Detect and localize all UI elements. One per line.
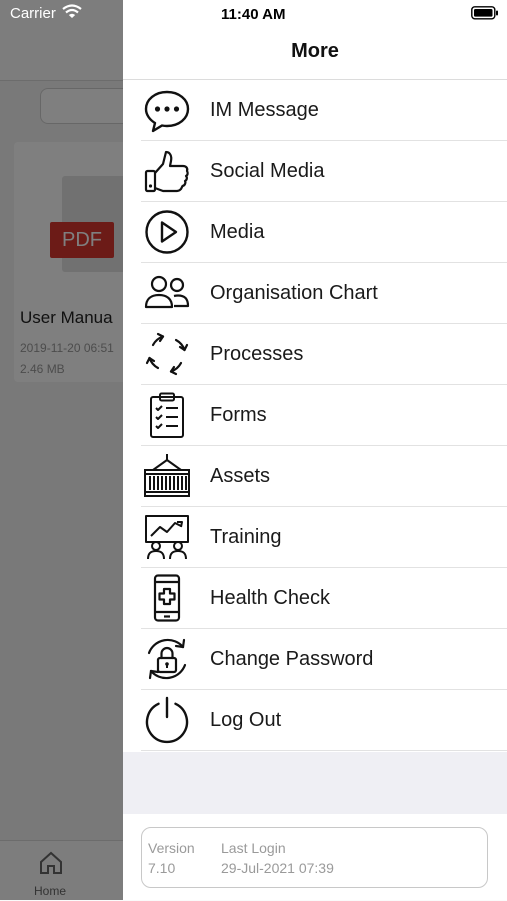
menu-item-label: Forms bbox=[210, 404, 267, 426]
menu-item-label: Media bbox=[210, 221, 265, 243]
menu-item-im-message[interactable]: IM Message bbox=[123, 80, 507, 141]
menu-item-label: Organisation Chart bbox=[210, 282, 378, 304]
menu-item-label: Health Check bbox=[210, 587, 331, 609]
version-value: 7.10 bbox=[148, 860, 176, 876]
menu-item-organisation-chart[interactable]: Organisation Chart bbox=[123, 263, 507, 324]
menu-item-assets[interactable]: Assets bbox=[123, 446, 507, 507]
menu-item-log-out[interactable]: Log Out bbox=[123, 690, 507, 751]
menu-item-change-password[interactable]: Change Password bbox=[123, 629, 507, 690]
menu-item-label: Log Out bbox=[210, 709, 282, 731]
thumbs-up-icon bbox=[144, 150, 189, 193]
wifi-icon bbox=[62, 4, 82, 18]
menu-item-social-media[interactable]: Social Media bbox=[123, 141, 507, 202]
menu-item-processes[interactable]: Processes bbox=[123, 324, 507, 385]
cycle-arrows-icon bbox=[145, 332, 189, 376]
carrier-label: Carrier bbox=[10, 5, 56, 22]
menu-item-label: Processes bbox=[210, 343, 304, 365]
menu-item-label: Change Password bbox=[210, 648, 374, 670]
menu-item-label: Assets bbox=[210, 465, 271, 487]
divider bbox=[141, 750, 507, 751]
version-info-box: Version 7.10 Last Login 29-Jul-2021 07:3… bbox=[141, 827, 488, 888]
menu-item-label: Training bbox=[210, 526, 282, 548]
menu-title: More bbox=[291, 40, 339, 62]
menu-spacer bbox=[123, 752, 507, 814]
menu-item-training[interactable]: Training bbox=[123, 507, 507, 568]
presentation-icon bbox=[145, 515, 189, 560]
medical-phone-icon bbox=[153, 574, 181, 622]
menu-item-label: IM Message bbox=[210, 99, 319, 121]
menu-item-forms[interactable]: Forms bbox=[123, 385, 507, 446]
container-icon bbox=[144, 454, 190, 497]
power-icon bbox=[145, 696, 189, 744]
menu-item-label: Social Media bbox=[210, 160, 325, 182]
last-login-value: 29-Jul-2021 07:39 bbox=[221, 860, 334, 876]
chat-bubble-icon bbox=[144, 90, 190, 133]
version-label: Version bbox=[148, 840, 195, 856]
battery-icon bbox=[471, 6, 498, 20]
last-login-label: Last Login bbox=[221, 840, 286, 856]
people-icon bbox=[144, 275, 190, 309]
menu-item-health-check[interactable]: Health Check bbox=[123, 568, 507, 629]
clipboard-checklist-icon bbox=[150, 392, 184, 438]
status-time: 11:40 AM bbox=[221, 6, 286, 23]
menu-list: IM Message Social Media Media Organisati… bbox=[123, 80, 507, 751]
lock-refresh-icon bbox=[147, 638, 187, 680]
side-menu: More IM Message Social Media Media Organ… bbox=[123, 0, 507, 900]
play-icon bbox=[145, 210, 189, 254]
menu-item-media[interactable]: Media bbox=[123, 202, 507, 263]
